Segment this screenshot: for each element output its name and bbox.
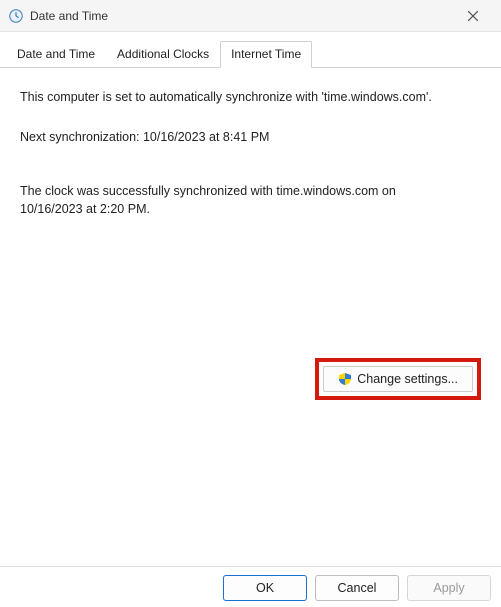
tab-date-and-time[interactable]: Date and Time [6, 41, 106, 68]
ok-button[interactable]: OK [223, 575, 307, 601]
apply-button[interactable]: Apply [407, 575, 491, 601]
footer-separator [0, 566, 501, 567]
change-settings-label: Change settings... [357, 372, 458, 386]
close-button[interactable] [453, 0, 493, 32]
shield-icon [338, 372, 352, 386]
clock-icon [8, 8, 24, 24]
dialog-footer: OK Cancel Apply [223, 575, 491, 601]
change-settings-highlight: Change settings... [315, 358, 481, 400]
tab-additional-clocks[interactable]: Additional Clocks [106, 41, 220, 68]
sync-status-text: This computer is set to automatically sy… [20, 88, 460, 106]
change-settings-button[interactable]: Change settings... [323, 366, 473, 392]
title-bar: Date and Time [0, 0, 501, 32]
tab-content: This computer is set to automatically sy… [0, 68, 501, 568]
tab-internet-time[interactable]: Internet Time [220, 41, 312, 68]
tab-strip: Date and Time Additional Clocks Internet… [0, 32, 501, 68]
close-icon [468, 11, 478, 21]
window-title: Date and Time [30, 9, 453, 23]
cancel-button[interactable]: Cancel [315, 575, 399, 601]
next-sync-text: Next synchronization: 10/16/2023 at 8:41… [20, 128, 460, 146]
last-sync-text: The clock was successfully synchronized … [20, 182, 460, 218]
